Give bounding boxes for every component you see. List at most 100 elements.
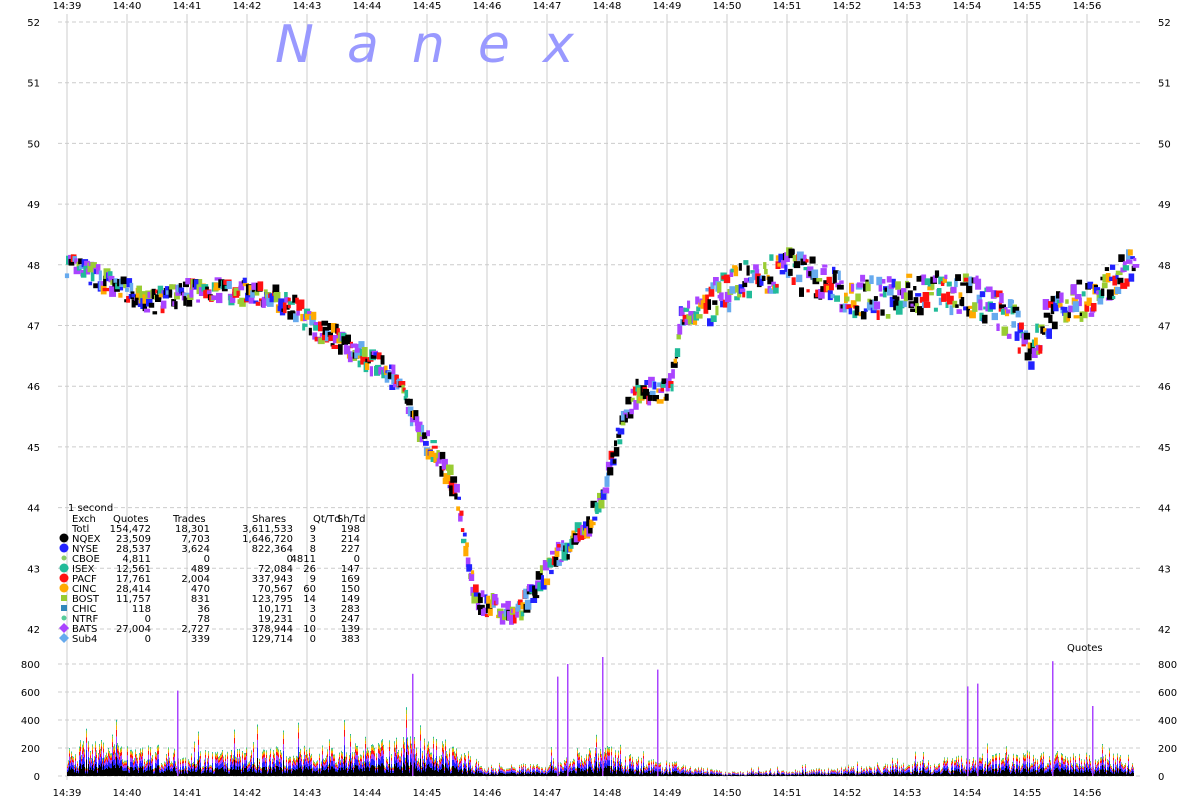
volume-bar-segment	[540, 772, 541, 774]
volume-bar-segment	[613, 758, 614, 760]
volume-bar-segment	[423, 760, 424, 763]
volume-bar-segment	[250, 761, 251, 765]
volume-bar-segment	[579, 752, 580, 754]
volume-bar-segment	[236, 769, 237, 777]
volume-bar-segment	[250, 755, 251, 757]
volume-bar-segment	[569, 766, 570, 768]
volume-bar-segment	[627, 768, 628, 771]
volume-bar-segment	[309, 766, 310, 776]
volume-bar-segment	[345, 765, 346, 770]
volume-bar-segment	[327, 766, 328, 776]
volume-bar-segment	[82, 744, 83, 746]
volume-bar-segment	[608, 747, 609, 749]
volume-bar-segment	[193, 766, 194, 769]
price-quote-mark	[454, 493, 458, 500]
volume-bar-segment	[137, 769, 138, 776]
volume-bar-segment	[73, 757, 74, 759]
volume-bar-segment	[379, 744, 380, 746]
volume-bar-segment	[593, 773, 594, 776]
volume-bar-segment	[556, 768, 557, 770]
volume-bar-segment	[405, 769, 406, 777]
volume-bar-segment	[516, 773, 517, 774]
volume-bar-segment	[139, 768, 140, 777]
volume-bar-segment	[195, 769, 196, 772]
volume-bar-segment	[284, 772, 285, 776]
volume-bar-segment	[474, 772, 475, 774]
volume-bar-segment	[399, 762, 400, 766]
volume-bar-segment	[126, 761, 127, 763]
volume-bar-segment	[600, 757, 601, 762]
volume-bar-segment	[295, 767, 296, 771]
volume-bar-segment	[119, 754, 120, 757]
volume-bar-segment	[386, 765, 387, 770]
volume-bar-segment	[280, 754, 281, 758]
volume-bar-segment	[527, 768, 528, 770]
volume-bar-segment	[575, 767, 576, 769]
volume-bar-segment	[209, 768, 210, 771]
volume-bar-segment	[192, 763, 193, 764]
volume-bar-segment	[246, 760, 247, 767]
volume-bar-segment	[517, 774, 518, 776]
volume-bar-segment	[338, 770, 339, 777]
volume-bar-segment	[175, 770, 176, 776]
volume-bar-segment	[571, 767, 572, 769]
volume-bar-segment	[210, 769, 211, 773]
volume-bar-segment	[109, 753, 110, 756]
volume-bar-segment	[609, 747, 610, 749]
volume-bar-segment	[480, 772, 481, 777]
volume-bar-segment	[594, 757, 595, 759]
volume-bar-segment	[518, 773, 519, 775]
volume-bar-segment	[525, 771, 526, 776]
volume-bar-segment	[614, 762, 615, 763]
volume-bar-segment	[635, 769, 636, 771]
volume-bar-segment	[422, 753, 423, 756]
volume-bar-segment	[276, 751, 277, 756]
price-quote-mark	[550, 550, 556, 555]
volume-bar-segment	[209, 766, 210, 768]
volume-bar-segment	[226, 766, 227, 768]
volume-bar-segment	[537, 771, 538, 776]
volume-bar-segment	[533, 766, 534, 768]
volume-bar-segment	[189, 768, 190, 771]
volume-bar-segment	[84, 761, 85, 767]
volume-bar-segment	[450, 772, 451, 774]
volume-bar-segment	[295, 765, 296, 768]
volume-bar-segment	[588, 754, 589, 756]
volume-bar-segment	[303, 761, 304, 763]
volume-bar-segment	[407, 741, 408, 745]
volume-bar-segment	[312, 771, 313, 774]
volume-bar-segment	[451, 772, 452, 776]
volume-bar-segment	[585, 765, 586, 768]
volume-bar-segment	[419, 768, 420, 772]
volume-bar-segment	[428, 745, 429, 748]
volume-bar-segment	[389, 740, 390, 742]
volume-bar-segment	[104, 769, 105, 777]
price-quote-mark	[944, 274, 948, 280]
volume-bar-segment	[346, 752, 347, 754]
volume-bar-segment	[367, 756, 368, 761]
price-quote-mark	[1048, 314, 1053, 324]
price-quote-mark	[769, 254, 774, 261]
volume-bar-segment	[145, 767, 146, 770]
volume-bar-segment	[87, 770, 88, 772]
volume-bar-segment	[74, 765, 75, 767]
volume-bar-segment	[180, 759, 181, 760]
volume-bar-segment	[77, 765, 78, 768]
volume-bar-segment	[556, 768, 557, 769]
volume-bar-segment	[561, 767, 562, 770]
volume-bar-segment	[262, 751, 263, 753]
price-quote-mark	[996, 323, 1000, 331]
volume-bar-segment	[305, 754, 306, 756]
volume-bar-segment	[406, 709, 407, 715]
volume-bar-segment	[69, 748, 70, 750]
volume-bar-segment	[242, 758, 243, 763]
volume-bar-segment	[443, 745, 444, 748]
volume-bar-segment	[176, 767, 177, 768]
volume-bar-segment	[308, 769, 309, 777]
price-quote-mark	[1072, 301, 1080, 312]
volume-bar-segment	[270, 766, 271, 777]
volume-bar-segment	[84, 752, 85, 755]
volume-bar-segment	[527, 773, 528, 777]
volume-bar-segment	[579, 753, 580, 755]
volume-bar-segment	[235, 757, 236, 759]
